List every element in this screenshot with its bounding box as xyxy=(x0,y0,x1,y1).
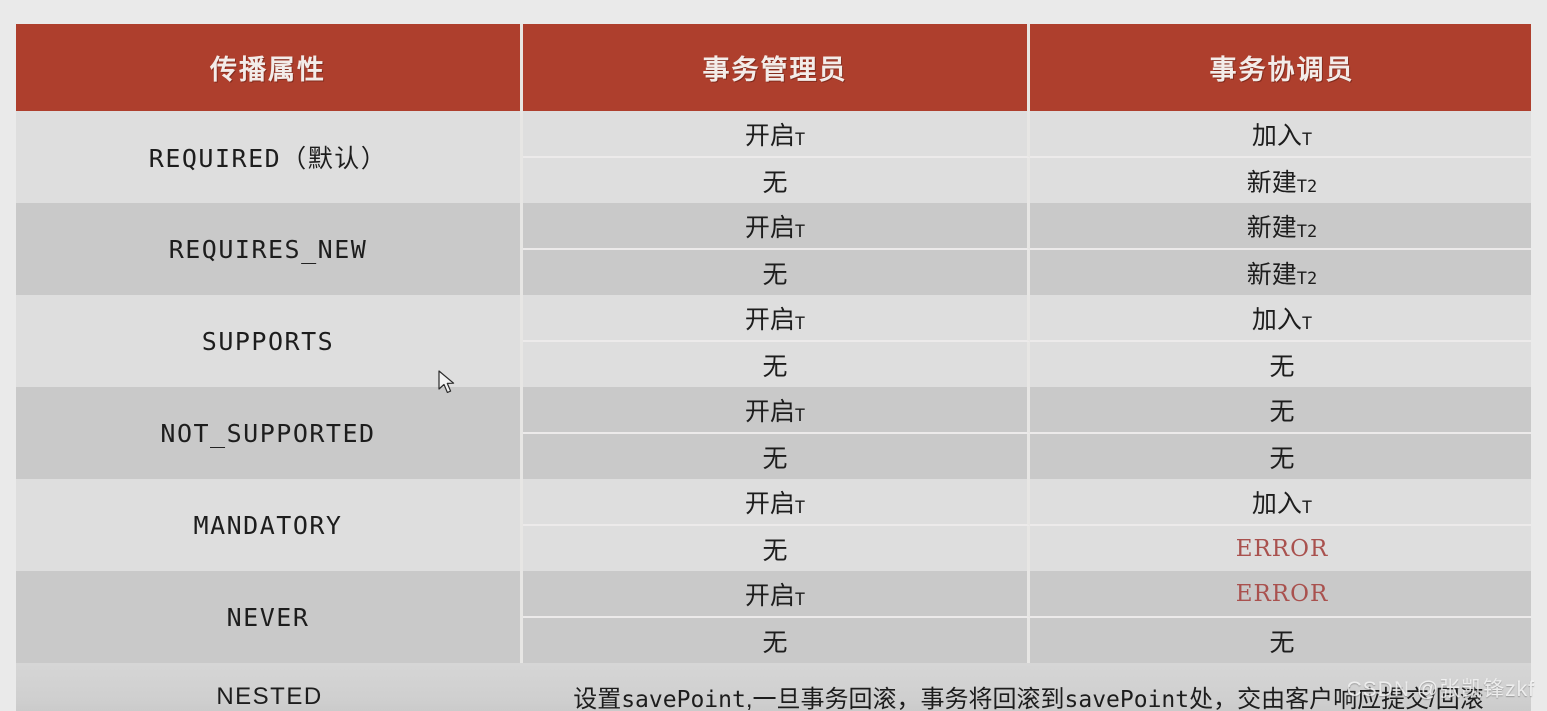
value-text: 新建 xyxy=(1246,213,1297,242)
value-text: 加入 xyxy=(1251,305,1302,334)
manager-value: 开启T xyxy=(523,571,1030,618)
coordinator-value: 加入T xyxy=(1030,295,1531,342)
value-marker: T xyxy=(794,221,806,242)
table-row: MANDATORY 开启T 加入T xyxy=(16,479,1531,571)
coordinator-value: 新建T2 xyxy=(1030,158,1531,203)
value-marker: T xyxy=(794,313,806,334)
value-text: 无 xyxy=(1269,397,1295,426)
value-text: 新建 xyxy=(1246,260,1297,289)
table-row: NESTED 设置savePoint,一旦事务回滚，事务将回滚到savePoin… xyxy=(16,663,1531,711)
manager-value: 无 xyxy=(523,434,1030,479)
value-marker: T xyxy=(794,589,806,610)
propagation-name-required: REQUIRED（默认） xyxy=(16,111,523,203)
coordinator-value: 新建T2 xyxy=(1030,203,1531,250)
value-marker: T xyxy=(794,405,806,426)
value-text: 开启 xyxy=(744,121,795,150)
value-text: 开启 xyxy=(744,305,795,334)
value-text: 无 xyxy=(762,352,788,381)
propagation-name-not-supported: NOT_SUPPORTED xyxy=(16,387,523,479)
value-text: 无 xyxy=(762,168,788,197)
transaction-propagation-table: 传播属性 事务管理员 事务协调员 REQUIRED（默认） 开启T 加入T 无 … xyxy=(16,24,1531,711)
table-row: NOT_SUPPORTED 开启T 无 xyxy=(16,387,1531,479)
value-marker: T2 xyxy=(1296,221,1318,242)
manager-value: 无 xyxy=(523,158,1030,203)
error-text: ERROR xyxy=(1235,581,1329,607)
manager-value: 开启T xyxy=(523,111,1030,158)
value-text: 无 xyxy=(1269,628,1295,657)
coordinator-value: 无 xyxy=(1030,434,1531,479)
manager-value: 开启T xyxy=(523,387,1030,434)
propagation-name-requires-new: REQUIRES_NEW xyxy=(16,203,523,295)
manager-value: 开启T xyxy=(523,203,1030,250)
value-marker: T xyxy=(1301,129,1313,150)
value-text: 新建 xyxy=(1246,168,1297,197)
manager-value: 无 xyxy=(523,250,1030,295)
value-text: 无 xyxy=(1269,352,1295,381)
propagation-table-container: 传播属性 事务管理员 事务协调员 REQUIRED（默认） 开启T 加入T 无 … xyxy=(16,24,1531,711)
value-text: 加入 xyxy=(1251,489,1302,518)
value-marker: T xyxy=(794,129,806,150)
nested-description: 设置savePoint,一旦事务回滚，事务将回滚到savePoint处，交由客户… xyxy=(523,663,1531,711)
table-row: REQUIRES_NEW 开启T 新建T2 xyxy=(16,203,1531,295)
value-text: 无 xyxy=(762,536,788,565)
table-body: REQUIRED（默认） 开启T 加入T 无 新建T2 REQUIRES_NEW… xyxy=(16,111,1531,711)
value-marker: T xyxy=(1301,313,1313,334)
value-text: 开启 xyxy=(744,489,795,518)
header-row: 传播属性 事务管理员 事务协调员 xyxy=(16,24,1531,111)
manager-value: 无 xyxy=(523,618,1030,663)
value-text: 开启 xyxy=(744,581,795,610)
desc-text: 设置 xyxy=(573,686,622,711)
value-text: 无 xyxy=(762,628,788,657)
column-header-transaction-manager: 事务管理员 xyxy=(523,24,1030,111)
table-row: SUPPORTS 开启T 加入T xyxy=(16,295,1531,387)
column-header-transaction-coordinator: 事务协调员 xyxy=(1030,24,1531,111)
manager-value: 无 xyxy=(523,342,1030,387)
desc-code: savePoint xyxy=(1064,687,1190,711)
value-marker: T xyxy=(794,497,806,518)
desc-code: savePoint xyxy=(621,687,746,711)
table-row: NEVER 开启T ERROR xyxy=(16,571,1531,663)
column-header-propagation: 传播属性 xyxy=(16,24,523,111)
table-header: 传播属性 事务管理员 事务协调员 xyxy=(16,24,1531,111)
value-marker: T2 xyxy=(1296,176,1318,197)
desc-text: ,一旦事务回滚，事务将回滚到 xyxy=(745,686,1065,711)
error-text: ERROR xyxy=(1235,536,1329,562)
propagation-name-supports: SUPPORTS xyxy=(16,295,523,387)
propagation-name-mandatory: MANDATORY xyxy=(16,479,523,571)
manager-value: 开启T xyxy=(523,295,1030,342)
coordinator-value: ERROR xyxy=(1030,571,1531,618)
value-marker: T xyxy=(1301,497,1313,518)
value-text: 无 xyxy=(762,260,788,289)
desc-text: 处，交由客户响应提交/回滚 xyxy=(1189,686,1484,711)
coordinator-value: 无 xyxy=(1030,618,1531,663)
coordinator-value: ERROR xyxy=(1030,526,1531,571)
propagation-name-never: NEVER xyxy=(16,571,523,663)
value-marker: T2 xyxy=(1296,268,1318,289)
coordinator-value: 新建T2 xyxy=(1030,250,1531,295)
value-text: 加入 xyxy=(1251,121,1302,150)
value-text: 无 xyxy=(1269,444,1295,473)
value-text: 无 xyxy=(762,444,788,473)
coordinator-value: 无 xyxy=(1030,342,1531,387)
coordinator-value: 加入T xyxy=(1030,111,1531,158)
propagation-name-nested: NESTED xyxy=(16,663,523,711)
value-text: 开启 xyxy=(744,213,795,242)
value-text: 开启 xyxy=(744,397,795,426)
manager-value: 无 xyxy=(523,526,1030,571)
manager-value: 开启T xyxy=(523,479,1030,526)
coordinator-value: 加入T xyxy=(1030,479,1531,526)
table-row: REQUIRED（默认） 开启T 加入T xyxy=(16,111,1531,203)
coordinator-value: 无 xyxy=(1030,387,1531,434)
